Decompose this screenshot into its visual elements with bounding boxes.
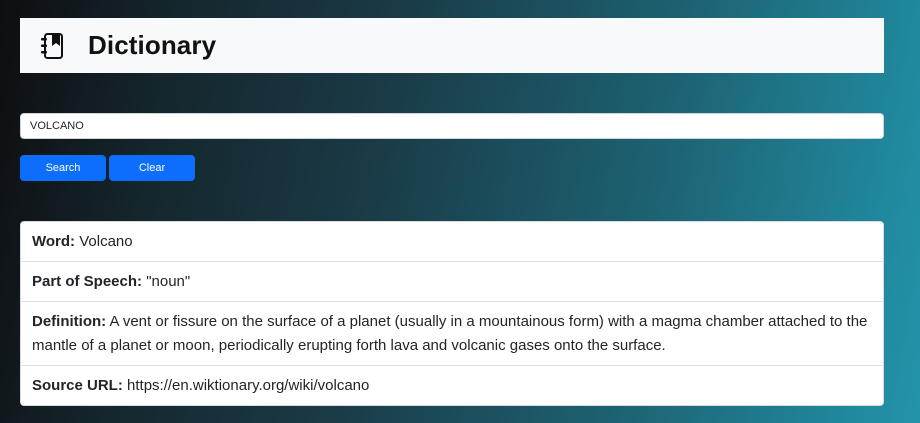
page-title: Dictionary — [88, 30, 217, 60]
result-card: Word: Volcano Part of Speech: "noun" Def… — [20, 221, 884, 406]
clear-button[interactable]: Clear — [109, 155, 195, 181]
word-value: Volcano — [79, 233, 133, 250]
address-book-icon — [39, 31, 67, 61]
part-of-speech-value: "noun" — [146, 273, 191, 290]
app-header: Dictionary — [20, 18, 884, 73]
source-url-label: Source URL: — [32, 377, 123, 394]
definition-label: Definition: — [32, 313, 107, 330]
part-of-speech-label: Part of Speech: — [32, 273, 143, 290]
word-label: Word: — [32, 233, 76, 250]
definition-value: A vent or fissure on the surface of a pl… — [32, 313, 868, 354]
search-input[interactable] — [20, 113, 884, 139]
definition-row: Definition: A vent or fissure on the sur… — [21, 302, 883, 366]
word-row: Word: Volcano — [21, 222, 883, 262]
search-button[interactable]: Search — [20, 155, 106, 181]
source-url-value: https://en.wiktionary.org/wiki/volcano — [127, 377, 370, 394]
source-url-row: Source URL: https://en.wiktionary.org/wi… — [21, 366, 883, 405]
part-of-speech-row: Part of Speech: "noun" — [21, 262, 883, 302]
